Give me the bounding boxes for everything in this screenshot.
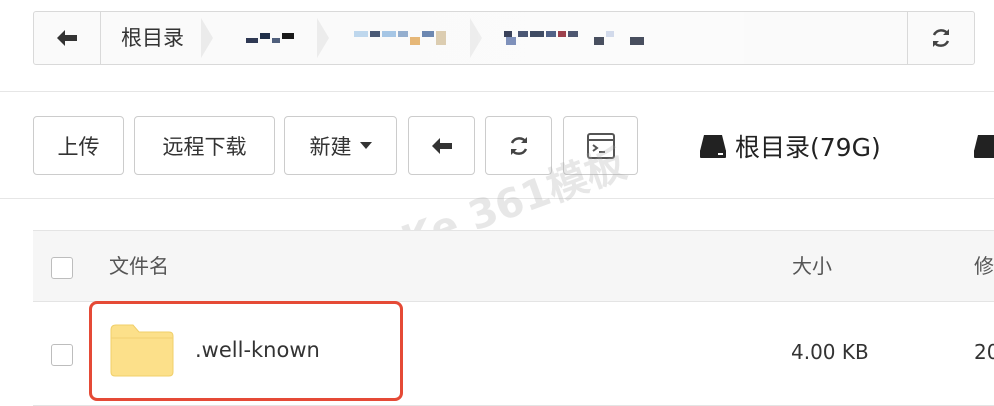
hard-drive-icon	[700, 135, 726, 158]
refresh-icon	[932, 29, 950, 47]
new-button-label: 新建	[309, 134, 352, 159]
new-dropdown-button[interactable]: 新建	[284, 116, 397, 175]
upload-button-label: 上传	[57, 134, 100, 159]
breadcrumb-refresh-button[interactable]	[907, 12, 974, 64]
select-all-checkbox[interactable]	[51, 257, 73, 279]
disk-root-button[interactable]: 根目录(79G)	[699, 128, 881, 164]
column-header-filename[interactable]: 文件名	[109, 231, 169, 301]
breadcrumb-back-button[interactable]	[34, 12, 101, 64]
arrow-left-icon	[431, 137, 452, 154]
row-checkbox[interactable]	[51, 344, 73, 366]
breadcrumb-fade-overlay	[214, 12, 744, 64]
breadcrumb-separator	[201, 18, 213, 58]
hard-drive-icon	[974, 135, 994, 158]
divider	[0, 91, 994, 92]
column-header-size[interactable]: 大小	[792, 231, 832, 301]
caret-down-icon	[359, 142, 372, 149]
arrow-left-icon	[57, 30, 77, 46]
file-modified-date: 20	[974, 340, 994, 364]
disk-root-label: 根目录(79G)	[735, 133, 881, 162]
breadcrumb-bar: 根目录	[33, 11, 975, 65]
breadcrumb-root[interactable]: 根目录	[121, 12, 184, 64]
file-table-header: 文件名 大小 修	[33, 230, 994, 302]
remote-download-label: 远程下载	[162, 134, 247, 159]
column-header-modified[interactable]: 修	[974, 231, 994, 301]
disk-secondary-button[interactable]	[973, 128, 994, 164]
remote-download-button[interactable]: 远程下载	[134, 116, 275, 175]
refresh-icon	[510, 136, 527, 155]
upload-button[interactable]: 上传	[33, 116, 124, 175]
highlight-annotation	[89, 301, 403, 401]
back-button[interactable]	[408, 116, 475, 175]
file-size: 4.00 KB	[791, 340, 869, 364]
